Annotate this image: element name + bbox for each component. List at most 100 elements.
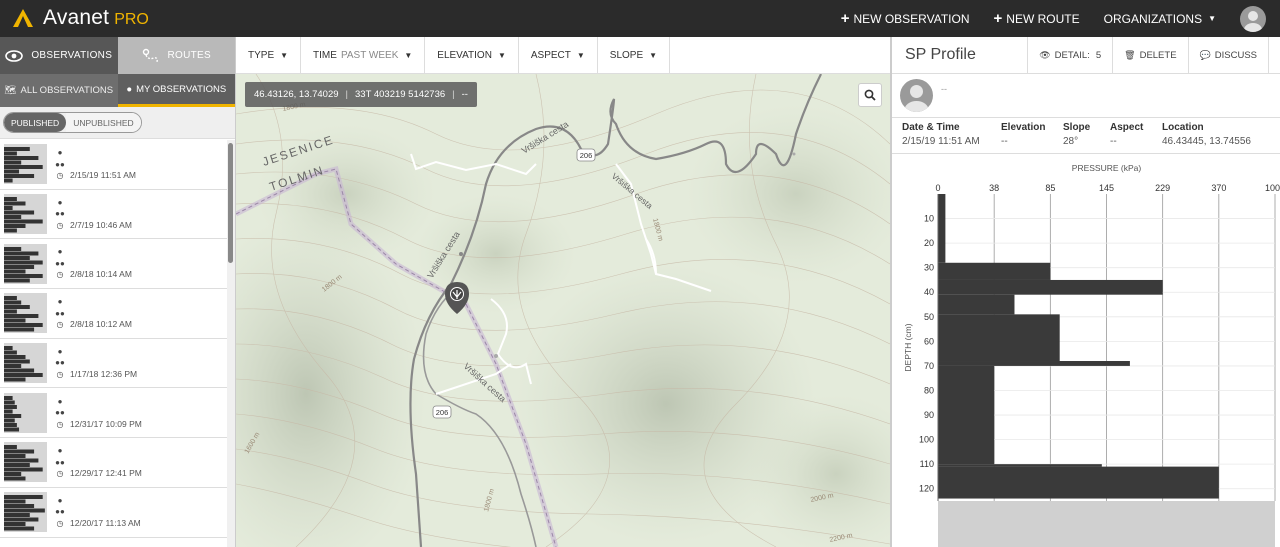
- clock-icon: ◷: [56, 419, 64, 429]
- clock-icon: ◷: [56, 270, 64, 280]
- user-icon: ●: [57, 346, 63, 356]
- observation-datetime: 12/29/17 12:41 PM: [70, 468, 142, 479]
- sidebar-scroll-thumb[interactable]: [228, 143, 233, 263]
- unpublished-option[interactable]: UNPUBLISHED: [66, 113, 141, 132]
- chart-y-tick-label: 110: [920, 459, 934, 469]
- profile-thumbnail: [4, 293, 47, 334]
- observation-list-item[interactable]: ● ●● ◷ 2/15/19 11:51 AM: [0, 140, 228, 190]
- discuss-button[interactable]: 💬 DISCUSS: [1187, 37, 1268, 74]
- user-icon: ●: [57, 495, 63, 505]
- caret-down-icon: ▼: [649, 50, 658, 60]
- user-icon: ●: [57, 446, 63, 456]
- observation-list-item[interactable]: ● ●● ◷ 12/31/17 10:09 PM: [0, 388, 228, 439]
- filter-time[interactable]: TIME PAST WEEK ▼: [301, 37, 426, 73]
- map-canvas[interactable]: 206 206 JESENICE TOLMIN Vršiška cesta Vr…: [236, 74, 890, 547]
- detail-button[interactable]: 👁 DETAIL: 5: [1027, 37, 1112, 74]
- user-icon: ●: [57, 396, 63, 406]
- panel-title: SP Profile: [905, 46, 976, 63]
- info-elevation-value: --: [1001, 136, 1008, 147]
- chart-x-tick-label: 1000: [1265, 183, 1280, 193]
- delete-button[interactable]: 🗑 DELETE: [1112, 37, 1187, 74]
- info-slope-label: Slope: [1063, 122, 1091, 133]
- group-icon: ●●: [55, 358, 65, 368]
- plus-icon: +: [840, 10, 850, 27]
- observation-info: Date & Time 2/15/19 11:51 AM Elevation -…: [892, 118, 1280, 154]
- observation-list-item[interactable]: ● ●● ◷ 1/17/18 12:36 PM: [0, 339, 228, 389]
- organizations-dropdown[interactable]: ORGANIZATIONS ▼: [1104, 12, 1216, 26]
- chart-bar: [938, 464, 1102, 467]
- brand-name: Avanet: [43, 6, 110, 29]
- route-badge-2: 206: [436, 408, 449, 417]
- filter-elevation[interactable]: ELEVATION ▼: [425, 37, 519, 73]
- route-badge-1: 206: [580, 151, 593, 160]
- filter-bar: TYPE ▼ TIME PAST WEEK ▼ ELEVATION ▼ ASPE…: [236, 37, 890, 74]
- chart-bar: [938, 279, 1163, 295]
- clock-icon: ◷: [56, 469, 64, 479]
- info-aspect-label: Aspect: [1110, 122, 1144, 133]
- map-contour-label-3: 1800 m: [651, 218, 664, 243]
- new-observation-button[interactable]: + NEW OBSERVATION: [841, 10, 970, 27]
- profile-thumbnail: [4, 442, 47, 483]
- observations-sidebar: OBSERVATIONS ROUTES 🗺 ALL OBSERVATIONS ●…: [0, 37, 236, 547]
- map-search-button[interactable]: [858, 83, 882, 107]
- filter-slope[interactable]: SLOPE ▼: [598, 37, 671, 73]
- profile-thumbnail: [4, 144, 47, 185]
- group-icon: ●●: [55, 258, 65, 268]
- detail-value: 5: [1095, 49, 1102, 61]
- subtab-all-observations[interactable]: 🗺 ALL OBSERVATIONS: [0, 74, 118, 107]
- caret-down-icon: ▼: [1208, 14, 1216, 23]
- filter-type[interactable]: TYPE ▼: [236, 37, 302, 73]
- filter-aspect[interactable]: ASPECT ▼: [519, 37, 598, 73]
- chart-x-tick-label: 145: [1099, 183, 1114, 193]
- user-icon: ●: [126, 83, 133, 95]
- route-shield-206-lower: 206: [432, 405, 452, 419]
- observation-list-item[interactable]: ● ●● ◷ 2/7/19 10:46 AM: [0, 190, 228, 240]
- plus-icon: +: [993, 10, 1003, 27]
- new-route-button[interactable]: + NEW ROUTE: [994, 10, 1080, 27]
- organizations-label: ORGANIZATIONS: [1103, 11, 1203, 26]
- sidebar-scrollbar[interactable]: [227, 140, 235, 547]
- chart-y-tick-label: 30: [924, 263, 934, 273]
- filter-type-label: TYPE: [248, 49, 275, 61]
- chart-y-tick-label: 90: [924, 410, 934, 420]
- subtab-all-label: ALL OBSERVATIONS: [20, 85, 114, 96]
- filter-aspect-label: ASPECT: [530, 49, 571, 61]
- group-icon: ●●: [55, 159, 65, 169]
- coordinate-latlon: 46.43126, 13.74029: [254, 89, 339, 100]
- chart-x-tick-label: 0: [935, 183, 940, 193]
- observation-datetime: 2/15/19 11:51 AM: [70, 170, 137, 181]
- snow-profile-svg: 0 38 85 145 229 370 1000 10 20 30 40 50 60 70 80 90 100 1…: [903, 163, 1280, 547]
- chart-bar: [938, 365, 995, 465]
- user-avatar[interactable]: [1240, 5, 1266, 32]
- published-option[interactable]: PUBLISHED: [4, 113, 67, 132]
- subtab-my-label: MY OBSERVATIONS: [136, 83, 227, 95]
- brand-edition: PRO: [114, 10, 149, 28]
- observation-list-item[interactable]: ● ●● ◷ 2/8/18 10:14 AM: [0, 239, 228, 290]
- route-shield-206-upper: 206: [576, 148, 596, 162]
- discuss-label: DISCUSS: [1214, 49, 1257, 61]
- brand[interactable]: Avanet PRO: [12, 6, 149, 30]
- chart-bar: [938, 194, 946, 263]
- info-elevation-label: Elevation: [1001, 122, 1046, 133]
- coordinate-utm: 33T 403219 5142736: [355, 89, 446, 100]
- observation-list-item[interactable]: ● ●● ◷ 12/20/17 11:13 AM: [0, 488, 228, 538]
- topographic-map[interactable]: 206 206 JESENICE TOLMIN Vršiška cesta Vr…: [236, 74, 890, 547]
- tab-observations-label: OBSERVATIONS: [31, 50, 113, 61]
- coordinate-extra: --: [461, 89, 468, 100]
- detail-label: DETAIL:: [1054, 49, 1090, 61]
- chart-x-tick-label: 229: [1155, 183, 1170, 193]
- tab-observations[interactable]: OBSERVATIONS: [0, 37, 118, 74]
- observation-list-item[interactable]: ● ●● ◷ 2/8/18 10:12 AM: [0, 289, 228, 339]
- chart-y-tick-label: 40: [924, 287, 934, 297]
- subtab-my-observations[interactable]: ● MY OBSERVATIONS: [117, 74, 235, 107]
- tab-routes[interactable]: ROUTES: [117, 37, 235, 74]
- profile-panel: SP Profile 👁 DETAIL: 5 🗑 DELETE 💬 DISCUS…: [890, 37, 1280, 547]
- chart-y-tick-label: 100: [919, 435, 934, 445]
- info-slope-value: 28°: [1063, 136, 1079, 147]
- caret-down-icon: ▼: [497, 50, 506, 60]
- clock-icon: ◷: [56, 220, 64, 230]
- publish-toggle: PUBLISHED UNPUBLISHED: [3, 112, 142, 133]
- group-icon: ●●: [55, 457, 65, 467]
- chart-bottom-band: [938, 501, 1275, 547]
- observation-list-item[interactable]: ● ●● ◷ 12/29/17 12:41 PM: [0, 438, 228, 488]
